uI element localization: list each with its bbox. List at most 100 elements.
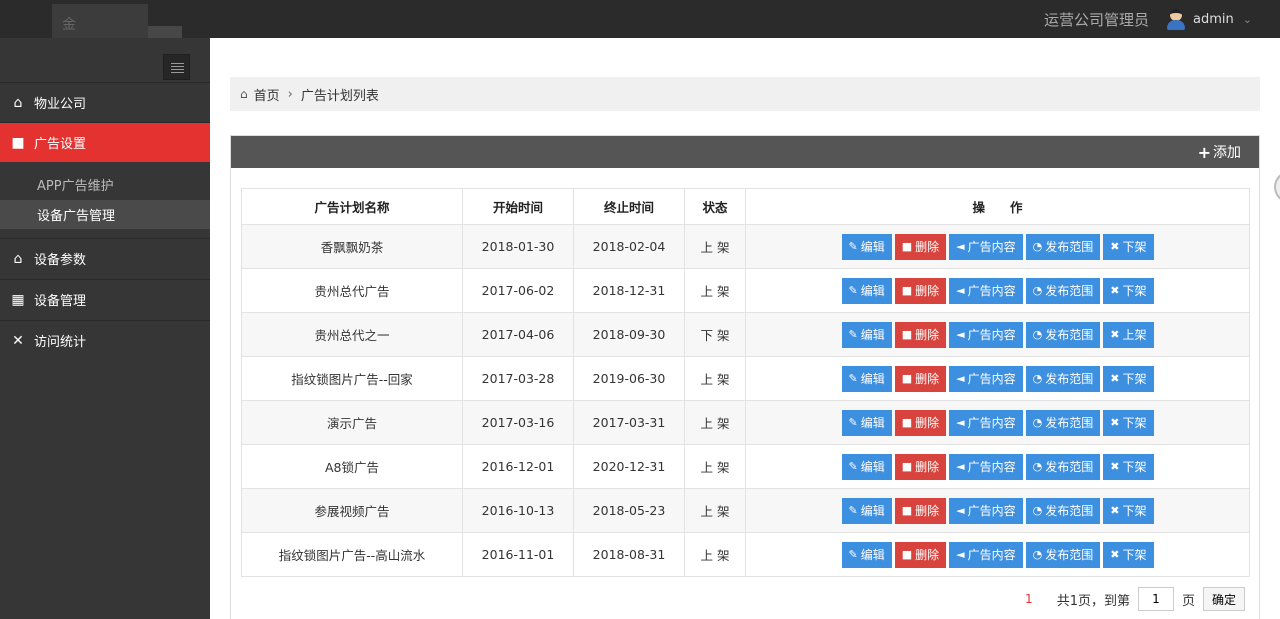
publish-scope-button[interactable]: ◔ 发布范围 — [1025, 321, 1101, 348]
edit-label: 编辑 — [860, 416, 885, 430]
trash-icon: ■ — [901, 504, 913, 517]
logo[interactable]: 金 — [52, 4, 182, 38]
publish-scope-label: 发布范围 — [1045, 416, 1094, 430]
home-icon: ⌂ — [240, 87, 248, 101]
ad-content-button[interactable]: ◄ 广告内容 — [949, 321, 1023, 348]
page-input[interactable] — [1137, 587, 1174, 611]
chevron-right-icon: › — [287, 86, 293, 102]
publish-scope-button[interactable]: ◔ 发布范围 — [1025, 277, 1101, 304]
delete-button[interactable]: ■ 删除 — [894, 497, 947, 524]
cell-actions: ✎ 编辑 ■ 删除 ◄ 广告内容 ◔ 发布范围 ✖ 下架 — [745, 532, 1250, 577]
cell-end: 2018-12-31 — [573, 268, 685, 313]
edit-button[interactable]: ✎ 编辑 — [841, 277, 892, 304]
toggle-shelf-button[interactable]: ✖ 下架 — [1103, 277, 1154, 304]
ad-content-button[interactable]: ◄ 广告内容 — [949, 233, 1023, 260]
edit-button[interactable]: ✎ 编辑 — [841, 365, 892, 392]
cell-status: 下 架 — [684, 312, 746, 357]
panel-header: + 添加 — [231, 136, 1259, 168]
speaker-icon: ◄ — [956, 284, 965, 297]
delete-button[interactable]: ■ 删除 — [894, 321, 947, 348]
cell-name: 贵州总代之一 — [241, 312, 463, 357]
ad-content-button[interactable]: ◄ 广告内容 — [949, 453, 1023, 480]
ad-content-label: 广告内容 — [967, 504, 1016, 518]
cell-name: 香飘飘奶茶 — [241, 224, 463, 269]
edit-button[interactable]: ✎ 编辑 — [841, 233, 892, 260]
pie-icon: ◔ — [1032, 284, 1043, 297]
edit-button[interactable]: ✎ 编辑 — [841, 321, 892, 348]
sidebar-subitem-device-ads[interactable]: 设备广告管理 — [0, 200, 210, 229]
toggle-shelf-button[interactable]: ✖ 下架 — [1103, 497, 1154, 524]
menu-toggle-button[interactable] — [163, 54, 190, 80]
cell-status: 上 架 — [684, 224, 746, 269]
edit-button[interactable]: ✎ 编辑 — [841, 453, 892, 480]
close-icon: ✖ — [1110, 504, 1120, 517]
ad-content-button[interactable]: ◄ 广告内容 — [949, 277, 1023, 304]
sidebar-item-ad-settings[interactable]: ■ 广告设置 — [0, 122, 218, 162]
delete-label: 删除 — [915, 548, 940, 562]
toggle-shelf-button[interactable]: ✖ 上架 — [1103, 321, 1154, 348]
cell-name: A8锁广告 — [241, 444, 463, 489]
cell-status: 上 架 — [684, 356, 746, 401]
cell-start: 2016-12-01 — [462, 444, 574, 489]
ad-content-button[interactable]: ◄ 广告内容 — [949, 541, 1023, 568]
toggle-shelf-button[interactable]: ✖ 下架 — [1103, 233, 1154, 260]
breadcrumb-home[interactable]: 首页 — [254, 85, 280, 104]
publish-scope-label: 发布范围 — [1045, 460, 1094, 474]
ad-content-button[interactable]: ◄ 广告内容 — [949, 497, 1023, 524]
edit-button[interactable]: ✎ 编辑 — [841, 497, 892, 524]
cell-end: 2019-06-30 — [573, 356, 685, 401]
sidebar-item-device-params[interactable]: ⌂ 设备参数 — [0, 238, 210, 278]
publish-scope-label: 发布范围 — [1045, 504, 1094, 518]
sidebar-item-label: 设备管理 — [34, 294, 87, 309]
edge-widget — [1274, 171, 1280, 203]
add-button[interactable]: + 添加 — [1198, 142, 1241, 162]
cell-actions: ✎ 编辑 ■ 删除 ◄ 广告内容 ◔ 发布范围 ✖ 下架 — [745, 488, 1250, 533]
sidebar-item-device-management[interactable]: ▦ 设备管理 — [0, 279, 210, 319]
delete-button[interactable]: ■ 删除 — [894, 453, 947, 480]
sidebar-subitem-app-ads[interactable]: APP广告维护 — [0, 170, 210, 199]
column-header-start: 开始时间 — [462, 188, 574, 225]
confirm-button[interactable]: 确定 — [1202, 587, 1245, 611]
sidebar-item-property-company[interactable]: ⌂ 物业公司 — [0, 82, 210, 122]
publish-scope-button[interactable]: ◔ 发布范围 — [1025, 453, 1101, 480]
edit-button[interactable]: ✎ 编辑 — [841, 541, 892, 568]
cell-actions: ✎ 编辑 ■ 删除 ◄ 广告内容 ◔ 发布范围 ✖ 下架 — [745, 444, 1250, 489]
table-row: 指纹锁图片广告--回家 2017-03-28 2019-06-30 上 架 ✎ 编辑 ■ 删除… — [241, 356, 1250, 401]
cell-end: 2018-09-30 — [573, 312, 685, 357]
toggle-shelf-button[interactable]: ✖ 下架 — [1103, 409, 1154, 436]
close-icon: ✖ — [1110, 460, 1120, 473]
publish-scope-button[interactable]: ◔ 发布范围 — [1025, 541, 1101, 568]
plus-icon: + — [1197, 142, 1211, 162]
delete-button[interactable]: ■ 删除 — [894, 233, 947, 260]
ad-content-button[interactable]: ◄ 广告内容 — [949, 409, 1023, 436]
current-page[interactable]: 1 — [1025, 592, 1033, 606]
close-icon: ✖ — [1110, 284, 1120, 297]
ad-content-button[interactable]: ◄ 广告内容 — [949, 365, 1023, 392]
user-menu[interactable]: admin ⌄ — [1166, 8, 1252, 30]
logo-block — [148, 26, 182, 38]
sidebar-item-access-stats[interactable]: ✕ 访问统计 — [0, 320, 210, 360]
column-header-name: 广告计划名称 — [241, 188, 463, 225]
toggle-shelf-button[interactable]: ✖ 下架 — [1103, 453, 1154, 480]
ad-content-label: 广告内容 — [967, 328, 1016, 342]
toggle-shelf-button[interactable]: ✖ 下架 — [1103, 541, 1154, 568]
pie-icon: ◔ — [1032, 328, 1043, 341]
delete-button[interactable]: ■ 删除 — [894, 365, 947, 392]
publish-scope-button[interactable]: ◔ 发布范围 — [1025, 233, 1101, 260]
pie-icon: ◔ — [1032, 460, 1043, 473]
cell-start: 2017-03-28 — [462, 356, 574, 401]
publish-scope-label: 发布范围 — [1045, 372, 1094, 386]
publish-scope-button[interactable]: ◔ 发布范围 — [1025, 497, 1101, 524]
close-icon: ✕ — [12, 332, 24, 349]
chevron-down-icon: ⌄ — [1242, 12, 1252, 26]
delete-button[interactable]: ■ 删除 — [894, 277, 947, 304]
publish-scope-button[interactable]: ◔ 发布范围 — [1025, 409, 1101, 436]
toggle-shelf-label: 下架 — [1122, 504, 1147, 518]
table-header-row: 广告计划名称 开始时间 终止时间 状态 操 作 — [241, 188, 1250, 225]
edit-button[interactable]: ✎ 编辑 — [841, 409, 892, 436]
publish-scope-button[interactable]: ◔ 发布范围 — [1025, 365, 1101, 392]
delete-button[interactable]: ■ 删除 — [894, 541, 947, 568]
toggle-shelf-button[interactable]: ✖ 下架 — [1103, 365, 1154, 392]
top-bar: 金 运营公司管理员 admin ⌄ — [0, 0, 1280, 38]
delete-button[interactable]: ■ 删除 — [894, 409, 947, 436]
